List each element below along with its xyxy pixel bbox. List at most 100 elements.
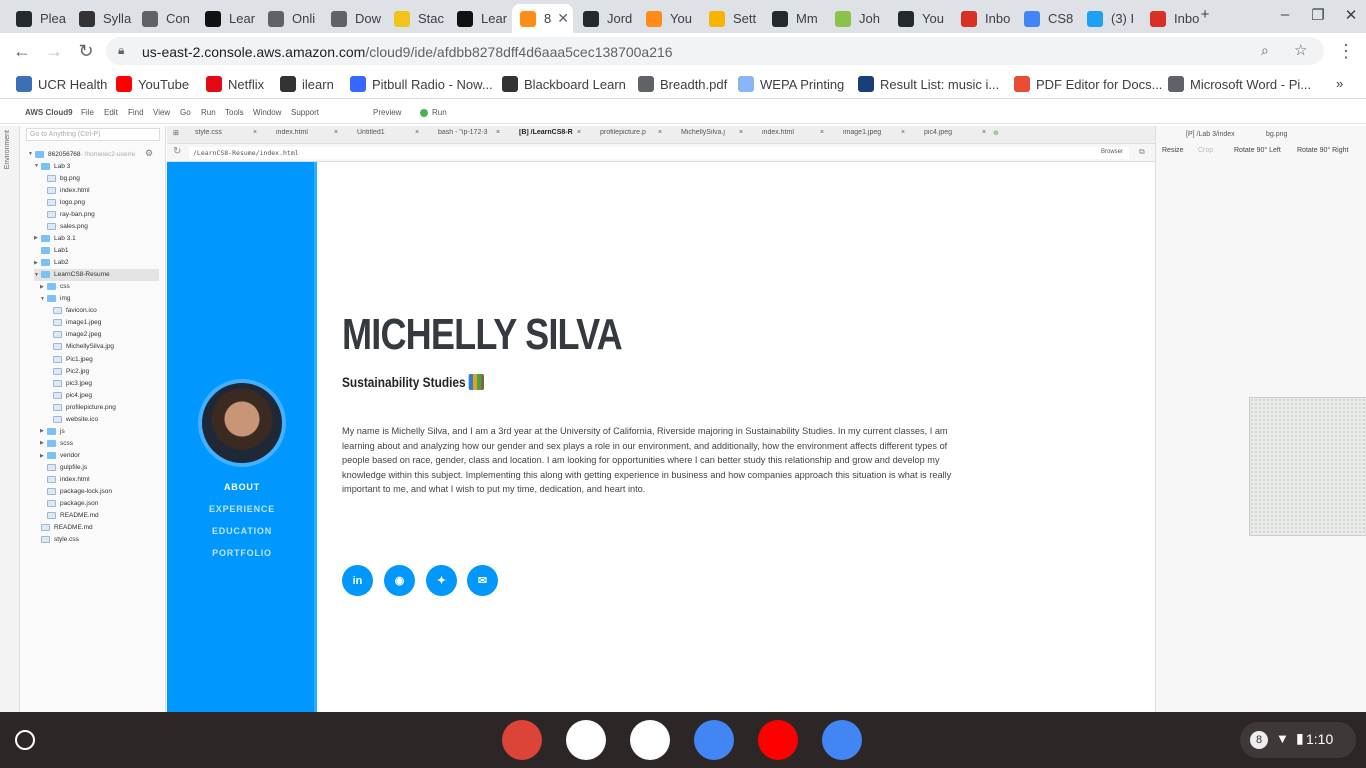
menu-item[interactable]: Find [128, 108, 144, 117]
bookmark-item[interactable]: Result List: music i... [858, 76, 999, 92]
preview-reload-icon[interactable]: ↻ [173, 146, 181, 157]
linkedin-icon[interactable]: in [342, 565, 373, 596]
browser-tab[interactable]: Sett [701, 4, 762, 33]
google-docs-icon[interactable] [694, 720, 734, 760]
tree-file[interactable]: package.json [40, 498, 159, 510]
nav-portfolio[interactable]: PORTFOLIO [167, 548, 317, 558]
tree-file[interactable]: pic4.jpeg [46, 389, 159, 401]
bookmark-star-icon[interactable]: ☆ [1294, 41, 1307, 59]
preview-menu[interactable]: Preview [373, 108, 401, 117]
files-icon[interactable] [822, 720, 862, 760]
tree-file[interactable]: image1.jpeg [46, 317, 159, 329]
menu-item[interactable]: Window [253, 108, 281, 117]
notification-count[interactable]: 8 [1250, 731, 1268, 749]
close-window-icon[interactable]: ✕ [1336, 6, 1366, 24]
tree-settings-icon[interactable]: ⚙ [145, 148, 153, 159]
tree-file[interactable]: sales.png [40, 220, 159, 232]
close-editor-tab-icon[interactable]: × [334, 129, 338, 136]
tree-file[interactable]: style.css [34, 534, 159, 546]
play-store-icon[interactable] [566, 720, 606, 760]
menu-item[interactable]: Support [291, 108, 319, 117]
gmail-icon[interactable] [630, 720, 670, 760]
tree-folder[interactable]: Lab1 [34, 244, 159, 256]
nav-education[interactable]: EDUCATION [167, 526, 317, 536]
image-tool-button[interactable]: Rotate 90° Right [1297, 147, 1348, 154]
browser-tab[interactable]: (3) I [1079, 4, 1140, 33]
menu-item[interactable]: AWS Cloud9 [25, 108, 73, 117]
restore-icon[interactable]: ❐ [1303, 6, 1333, 24]
menu-item[interactable]: Go [180, 108, 191, 117]
environment-gutter[interactable]: Environment [0, 126, 20, 712]
close-editor-tab-icon[interactable]: × [253, 129, 257, 136]
close-editor-tab-icon[interactable]: × [415, 129, 419, 136]
bookmark-item[interactable]: YouTube [116, 76, 189, 92]
bookmark-item[interactable]: PDF Editor for Docs... [1014, 76, 1162, 92]
image-tool-button[interactable]: Crop [1198, 147, 1213, 154]
close-editor-tab-icon[interactable]: × [577, 129, 581, 136]
close-editor-tab-icon[interactable]: × [901, 129, 905, 136]
bookmark-item[interactable]: Pitbull Radio - Now... [350, 76, 493, 92]
tree-folder[interactable]: ▶ css [40, 281, 159, 293]
youtube-icon[interactable] [758, 720, 798, 760]
bookmark-item[interactable]: UCR Health [16, 76, 107, 92]
browser-tab[interactable]: CS8 [1016, 4, 1077, 33]
close-editor-tab-icon[interactable]: × [820, 129, 824, 136]
status-tray[interactable]: 8 ▼ ▮ 1:10 [1240, 722, 1356, 758]
browser-tab[interactable]: Joh [827, 4, 888, 33]
tree-folder[interactable]: ▶ Lab 3.1 [34, 232, 159, 244]
tree-folder[interactable]: ▶ Lab2 [34, 257, 159, 269]
tree-file[interactable]: index.html [40, 474, 159, 486]
bookmark-item[interactable]: Breadth.pdf [638, 76, 727, 92]
expand-arrow-icon[interactable]: ▶ [34, 260, 41, 266]
tree-file[interactable]: index.html [40, 184, 159, 196]
minimize-icon[interactable]: – [1270, 6, 1300, 23]
tree-folder[interactable]: ▶ vendor [40, 450, 159, 462]
nav-experience[interactable]: EXPERIENCE [167, 504, 317, 514]
close-editor-tab-icon[interactable]: × [496, 129, 500, 136]
expand-arrow-icon[interactable]: ▼ [34, 163, 41, 169]
browser-dropdown[interactable]: Browser [1101, 149, 1123, 155]
tree-file[interactable]: MichellySilva.jpg [46, 341, 159, 353]
expand-arrow-icon[interactable]: ▼ [34, 272, 41, 278]
browser-tab[interactable]: Sylla [71, 4, 132, 33]
expand-arrow-icon[interactable]: ▶ [40, 284, 47, 290]
browser-tab[interactable]: Inbo [953, 4, 1014, 33]
image-tool-button[interactable]: Rotate 90° Left [1234, 147, 1281, 154]
chrome-menu-icon[interactable]: ⋮ [1334, 41, 1358, 62]
tree-folder[interactable]: ▶ js [40, 425, 159, 437]
browser-tab[interactable]: You [638, 4, 699, 33]
twitter-icon[interactable]: ✦ [426, 565, 457, 596]
close-editor-tab-icon[interactable]: × [982, 129, 986, 136]
back-icon[interactable]: ← [10, 41, 34, 62]
tree-file[interactable]: README.md [34, 522, 159, 534]
tree-file[interactable]: profilepicture.png [46, 401, 159, 413]
browser-tab[interactable]: 8 ✕ [512, 4, 573, 33]
tree-file[interactable]: image2.jpeg [46, 329, 159, 341]
browser-tab[interactable]: Dow [323, 4, 384, 33]
viewer-tab[interactable]: [P] /Lab 3/index [1186, 131, 1235, 138]
browser-tab[interactable]: Con [134, 4, 195, 33]
tree-file[interactable]: README.md [40, 510, 159, 522]
new-tab-button[interactable]: + [1190, 6, 1220, 23]
bookmarks-overflow-icon[interactable]: » [1336, 76, 1343, 91]
expand-arrow-icon[interactable]: ▶ [40, 428, 47, 434]
browser-tab[interactable]: Lear [449, 4, 510, 33]
pane-menu-icon[interactable]: ⊞ [173, 129, 179, 137]
chrome-icon[interactable] [502, 720, 542, 760]
goto-anything-input[interactable]: Go to Anything (Ctrl-P) [26, 128, 160, 141]
address-bar[interactable]: 🔒︎ us-east-2.console.aws.amazon.com/clou… [106, 37, 1324, 65]
expand-arrow-icon[interactable]: ▶ [40, 440, 47, 446]
tree-file[interactable]: Pic1.jpeg [46, 353, 159, 365]
browser-tab[interactable]: Jord [575, 4, 636, 33]
preview-url-field[interactable]: /LearnCS8-Resume/index.html [189, 147, 1129, 159]
bookmark-item[interactable]: Microsoft Word - Pi... [1168, 76, 1311, 92]
tree-folder[interactable]: ▼ 862056768 - /home/ec2-user/e [28, 148, 159, 160]
bookmark-item[interactable]: WEPA Printing [738, 76, 844, 92]
browser-tab[interactable]: Lear [197, 4, 258, 33]
tree-file[interactable]: Pic2.jpg [46, 365, 159, 377]
expand-arrow-icon[interactable]: ▶ [34, 235, 41, 241]
nav-about[interactable]: ABOUT [167, 482, 317, 492]
forward-icon[interactable]: → [42, 41, 66, 62]
tree-file[interactable]: pic3.jpeg [46, 377, 159, 389]
tree-file[interactable]: gulpfile.js [40, 462, 159, 474]
